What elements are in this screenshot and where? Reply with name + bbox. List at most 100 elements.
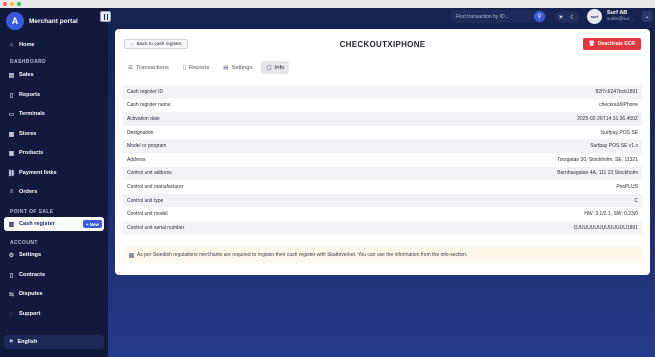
document-icon: ▯ bbox=[182, 64, 186, 71]
sidebar-item-label: Disputes bbox=[19, 291, 43, 297]
theme-toggle[interactable]: ☀ ☾ bbox=[555, 11, 579, 23]
search-input[interactable]: Find transaction by ID... ⚲ bbox=[450, 10, 546, 23]
sidebar-item-label: Payment links bbox=[19, 170, 57, 176]
info-value: HW: 3.1/2.1, SW: 0.23/0 bbox=[584, 211, 638, 218]
new-cash-register-button[interactable]: + New bbox=[82, 220, 102, 228]
info-label: Control unit manufacturer bbox=[127, 183, 184, 190]
contract-icon: ▯ bbox=[9, 272, 14, 279]
brand[interactable]: A Merchant portal bbox=[6, 12, 78, 30]
search-placeholder: Find transaction by ID... bbox=[456, 13, 509, 20]
cash-register-icon: ▥ bbox=[8, 221, 15, 228]
info-row: Control unit address Barnhusgatan 4A, 111… bbox=[123, 166, 642, 181]
search-icon: ⚲ bbox=[537, 14, 542, 20]
link-icon: ⛓ bbox=[7, 170, 16, 177]
info-label: Model or program bbox=[127, 143, 167, 150]
document-icon: ▯ bbox=[9, 92, 14, 99]
info-value: Torsgatan 30, Stockholm, SE, 11321 bbox=[557, 156, 638, 163]
back-button[interactable]: ← Back to cash register bbox=[124, 39, 188, 49]
deactivate-ecr-button[interactable]: 🗑 Deactivate ECR bbox=[582, 38, 641, 50]
sidebar-item-label: Stores bbox=[19, 131, 37, 137]
sidebar-toggle-icon bbox=[103, 13, 108, 20]
sidebar-item-disputes[interactable]: ⇆ Disputes bbox=[8, 288, 102, 300]
info-value: checkoutXiPhone bbox=[599, 102, 638, 109]
tab-label: Reports bbox=[188, 64, 210, 71]
sidebar-item-label: Reports bbox=[19, 92, 41, 98]
moon-icon[interactable]: ☾ bbox=[570, 14, 575, 21]
sidebar-item-orders[interactable]: ≡ Orders bbox=[8, 186, 102, 198]
info-value: Surfpay POS SE bbox=[600, 129, 638, 136]
tab-bar: ☰ Transactions ▯ Reports ▤ Settings ▢ In… bbox=[123, 61, 290, 74]
sidebar-item-terminals[interactable]: ▭ Terminals bbox=[8, 108, 102, 120]
tab-reports[interactable]: ▯ Reports bbox=[178, 61, 214, 74]
info-row: Control unit serial number DJUUUUUUUUUUUU… bbox=[123, 220, 642, 235]
sidebar-item-label: Contracts bbox=[19, 272, 46, 278]
flag-icon: ⚑ bbox=[9, 339, 14, 345]
info-row: Cash register ID 82f7c6247bcb1891 bbox=[123, 85, 642, 99]
info-label: Control unit address bbox=[127, 170, 172, 177]
gear-icon: ⚙ bbox=[8, 252, 15, 259]
app: A Merchant portal ⌂ Home DASHBOARD ▤ Sal… bbox=[0, 8, 655, 357]
search-button[interactable]: ⚲ bbox=[534, 11, 545, 22]
sidebar-section-dashboard: DASHBOARD bbox=[10, 59, 47, 65]
info-row: Cash register name checkoutXiPhone bbox=[123, 99, 642, 113]
info-row: Designation Surfpay POS SE bbox=[123, 126, 642, 140]
language-selector[interactable]: ⚑ English bbox=[4, 335, 104, 349]
info-row: Activation date 2025-02-26T14:31:36.450Z bbox=[123, 112, 642, 126]
regulation-notice: As per Swedish regulations merchants are… bbox=[123, 247, 642, 263]
sidebar-item-label: Support bbox=[19, 311, 41, 317]
user-menu-button[interactable]: ⌄ bbox=[642, 11, 652, 22]
main-card: CHECKOUTXIPHONE ← Back to cash register … bbox=[115, 29, 650, 275]
sidebar-item-home[interactable]: ⌂ Home bbox=[8, 39, 102, 51]
info-row: Control unit manufacturer PosPLUS bbox=[123, 180, 642, 194]
user-info[interactable]: Surf AB surfer@sur... bbox=[607, 10, 633, 21]
sidebar-item-reports[interactable]: ▯ Reports bbox=[8, 89, 102, 101]
tab-info[interactable]: ▢ Info bbox=[261, 61, 290, 74]
page-title: CHECKOUTXIPHONE bbox=[339, 40, 426, 49]
minimize-window-button[interactable] bbox=[10, 2, 14, 6]
sidebar-item-stores[interactable]: ▦ Stores bbox=[8, 128, 102, 140]
close-window-button[interactable] bbox=[3, 2, 7, 6]
sidebar-item-contracts[interactable]: ▯ Contracts bbox=[8, 269, 102, 281]
sidebar-item-settings[interactable]: ⚙ Settings bbox=[8, 249, 102, 261]
info-label: Control unit serial number bbox=[127, 224, 185, 231]
user-email: surfer@sur... bbox=[607, 16, 633, 21]
tab-label: Transactions bbox=[135, 64, 169, 71]
info-row: Control unit model HW: 3.1/2.1, SW: 0.23/… bbox=[123, 207, 642, 221]
tab-transactions[interactable]: ☰ Transactions bbox=[123, 61, 174, 74]
brand-name: Merchant portal bbox=[29, 17, 78, 25]
info-label: Control unit type bbox=[127, 197, 164, 204]
info-value: 82f7c6247bcb1891 bbox=[595, 88, 638, 95]
maximize-window-button[interactable] bbox=[17, 2, 21, 6]
deactivate-label: Deactivate ECR bbox=[598, 41, 635, 47]
sidebar-item-cash-register[interactable]: ▥ Cash register + New bbox=[4, 217, 104, 231]
tab-label: Settings bbox=[231, 64, 253, 71]
sidebar-toggle-button[interactable] bbox=[100, 11, 111, 22]
support-icon: ◌ bbox=[9, 311, 14, 317]
sidebar-item-payment-links[interactable]: ⛓ Payment links bbox=[8, 167, 102, 179]
tab-settings[interactable]: ▤ Settings bbox=[218, 61, 257, 74]
info-icon: ▢ bbox=[266, 64, 272, 71]
window-titlebar bbox=[0, 0, 655, 8]
sidebar-item-support[interactable]: ◌ Support bbox=[8, 308, 102, 320]
terminal-icon: ▭ bbox=[8, 111, 15, 118]
sun-icon[interactable]: ☀ bbox=[558, 14, 563, 21]
trash-icon: 🗑 bbox=[588, 41, 596, 47]
back-button-label: Back to cash register bbox=[136, 41, 182, 47]
sidebar-item-products[interactable]: ▣ Products bbox=[8, 147, 102, 159]
sidebar-item-sales[interactable]: ▤ Sales bbox=[8, 69, 102, 81]
info-value: 2025-02-26T14:31:36.450Z bbox=[577, 115, 638, 122]
info-label: Activation date bbox=[127, 115, 160, 122]
info-label: Designation bbox=[127, 129, 154, 136]
info-label: Cash register name bbox=[127, 102, 171, 109]
store-icon: ▦ bbox=[8, 131, 15, 138]
sidebar-item-label: Home bbox=[19, 42, 35, 48]
sidebar-item-label: Settings bbox=[19, 252, 42, 258]
sidebar-item-label: Orders bbox=[19, 189, 38, 195]
settings-icon: ▤ bbox=[223, 64, 229, 71]
chart-icon: ▤ bbox=[8, 72, 15, 79]
info-value: PosPLUS bbox=[616, 183, 638, 190]
info-icon bbox=[129, 252, 134, 258]
orders-icon: ≡ bbox=[9, 189, 14, 195]
box-icon: ▣ bbox=[8, 150, 15, 157]
avatar[interactable]: surf bbox=[587, 9, 602, 24]
